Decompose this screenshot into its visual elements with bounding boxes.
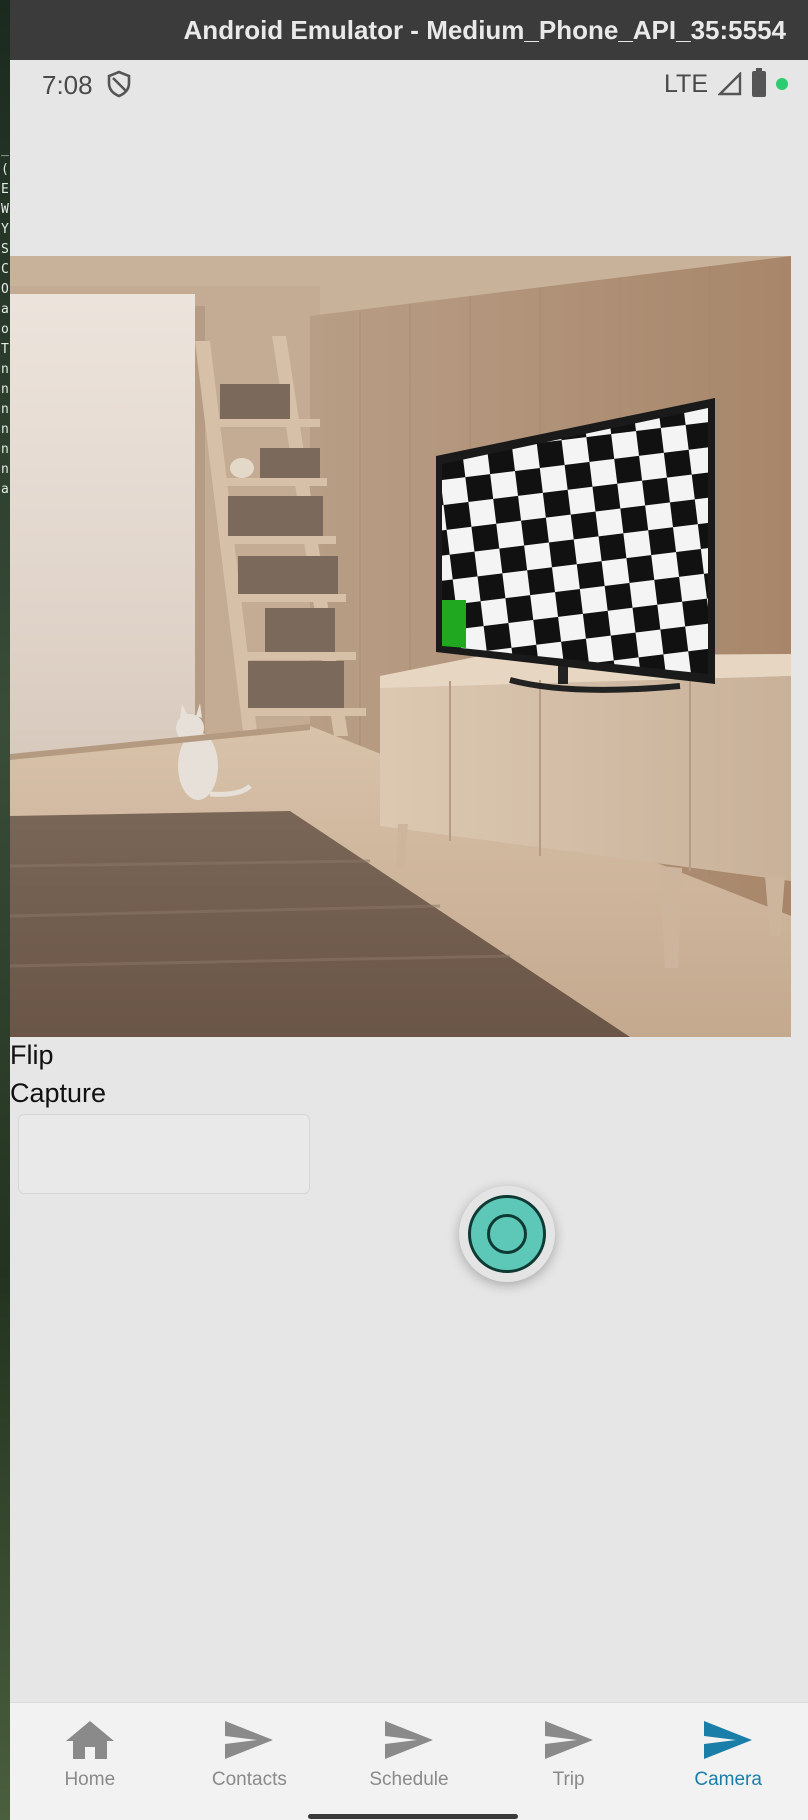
send-icon [704,1721,753,1759]
window-titlebar[interactable]: Android Emulator - Medium_Phone_API_35:5… [10,0,808,60]
strip-char: n [1,382,9,397]
nav-item-contacts[interactable]: Contacts [174,1717,324,1791]
battery-icon [752,68,766,97]
strip-char: Y [1,222,9,237]
strip-char: E [1,182,9,197]
shutter-button[interactable] [459,1186,555,1282]
capture-button[interactable]: Capture [10,1078,106,1109]
strip-char: n [1,422,9,437]
strip-char: o [1,322,9,337]
bottom-navigation: Home Contacts Schedule Trip Camera [10,1702,808,1820]
strip-char: S [1,242,9,257]
shutter-ring [468,1195,546,1273]
nav-item-schedule[interactable]: Schedule [334,1717,484,1791]
flip-button[interactable]: Flip [10,1040,54,1071]
background-desktop-strip: _(E W Y S C Oa o Tn n n n n n a [0,0,10,1820]
network-type: LTE [664,69,708,98]
send-icon [384,1721,433,1759]
nav-label-camera: Camera [694,1769,762,1790]
send-icon [225,1721,274,1759]
nav-item-home[interactable]: Home [15,1717,165,1791]
status-time: 7:08 [42,70,93,100]
strip-char: a [1,482,9,497]
emulator-window: Android Emulator - Medium_Phone_API_35:5… [10,0,808,1820]
strip-char: n [1,402,9,417]
status-dot-icon [776,78,788,90]
shield-icon [107,70,131,98]
status-right-group: LTE [664,68,788,98]
signal-icon [718,72,742,96]
nav-label-schedule: Schedule [369,1769,449,1790]
camera-preview[interactable] [10,256,791,1037]
nav-item-camera[interactable]: Camera [653,1717,803,1791]
nav-item-trip[interactable]: Trip [494,1717,644,1791]
home-icon [65,1721,114,1759]
android-status-bar: 7:08 LTE [10,60,808,106]
strip-char: O [1,282,9,297]
strip-char: a [1,302,9,317]
nav-label-home: Home [64,1769,116,1790]
strip-char: T [1,342,9,357]
send-icon [544,1721,593,1759]
camera-preview-image [10,256,791,1037]
strip-char: n [1,362,9,377]
gesture-home-indicator[interactable] [308,1814,518,1819]
background-strip-text: _(E W Y S C Oa o Tn n n n n n a [1,140,9,500]
window-title: Android Emulator - Medium_Phone_API_35:5… [183,14,786,45]
nav-label-trip: Trip [552,1769,585,1790]
strip-char: n [1,462,9,477]
nav-label-contacts: Contacts [211,1769,287,1790]
strip-char: ( [1,162,9,177]
capture-result-box[interactable] [18,1114,310,1194]
shutter-core [487,1214,527,1254]
strip-char: W [1,202,9,217]
strip-char: n [1,442,9,457]
strip-char: C [1,262,9,277]
strip-char: _ [1,142,9,157]
